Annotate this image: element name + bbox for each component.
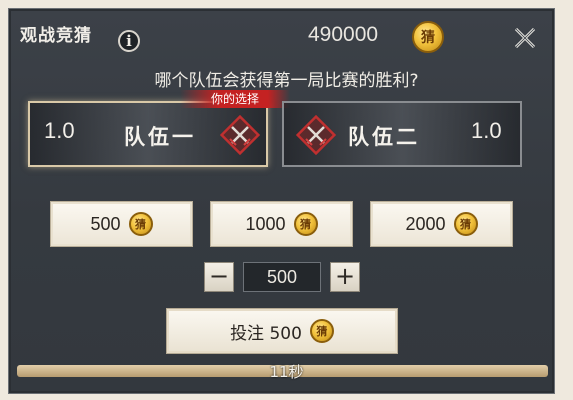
bet-amount-label: 2000 — [405, 213, 446, 234]
place-bet-label: 投注 500 — [230, 323, 302, 344]
bet-500-button[interactable]: 500 猜 — [50, 201, 193, 247]
info-icon[interactable]: i — [118, 30, 140, 52]
bet-quantity-field[interactable]: 500 — [243, 262, 321, 292]
crossed-swords-icon — [220, 115, 260, 155]
panel-title: 观战竞猜 — [20, 26, 92, 46]
bet-question: 哪个队伍会获得第一局比赛的胜利? — [154, 71, 419, 91]
crossed-swords-icon — [296, 115, 336, 155]
coin-icon: 猜 — [453, 212, 478, 236]
bet-2000-button[interactable]: 2000 猜 — [370, 201, 513, 247]
coin-icon: 猜 — [412, 21, 444, 53]
team-2-odds: 1.0 — [471, 118, 502, 143]
bet-amount-label: 500 — [90, 213, 121, 234]
place-bet-button[interactable]: 投注 500 猜 — [166, 308, 398, 354]
coin-icon: 猜 — [309, 319, 334, 343]
countdown-label: 11秒 — [269, 363, 304, 381]
team-name: 队伍一 — [124, 125, 196, 149]
coin-icon: 猜 — [293, 212, 318, 236]
team-name: 队伍二 — [348, 125, 420, 149]
your-choice-tag: 你的选择 — [180, 90, 290, 108]
bet-amount-label: 1000 — [245, 213, 286, 234]
increase-button[interactable]: + — [330, 262, 360, 292]
team-1-odds: 1.0 — [44, 118, 75, 143]
bet-1000-button[interactable]: 1000 猜 — [210, 201, 353, 247]
coin-icon: 猜 — [128, 212, 153, 236]
coin-balance: 490000 — [308, 23, 379, 46]
decrease-button[interactable]: − — [204, 262, 234, 292]
close-icon[interactable] — [512, 25, 538, 51]
